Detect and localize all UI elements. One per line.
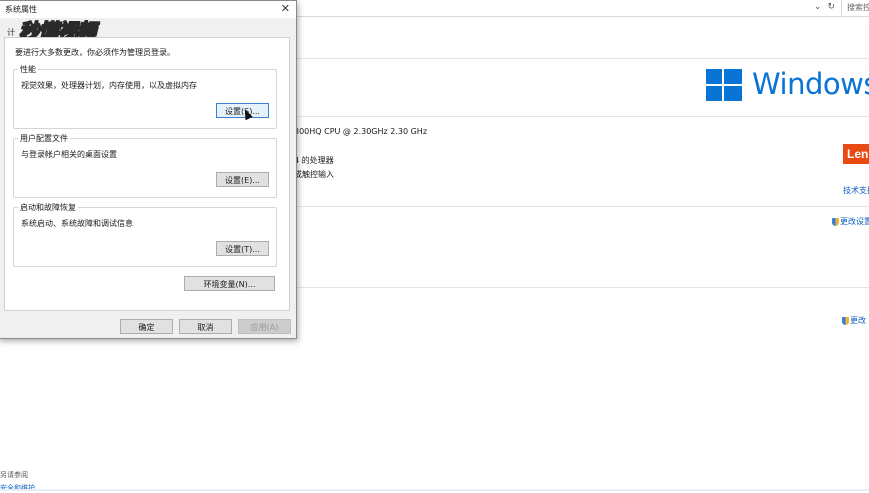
user-profiles-title: 用户配置文件 (18, 133, 70, 144)
dropdown-icon[interactable]: ⌄ (814, 2, 822, 12)
address-bar-buttons: ⌄ ↻ (814, 2, 835, 12)
user-profiles-settings-button[interactable]: 设置(E)... (216, 172, 269, 187)
divider (294, 116, 869, 117)
divider (294, 287, 869, 288)
security-maintenance-link[interactable]: 安全和维护 (0, 483, 35, 493)
apply-button[interactable]: 应用(A) (238, 319, 291, 334)
windows-logo-icon (706, 69, 742, 103)
user-profiles-desc: 与登录帐户相关的桌面设置 (21, 150, 117, 159)
change-label: 更改 (850, 316, 866, 325)
performance-title: 性能 (18, 64, 38, 75)
startup-recovery-title: 启动和故障恢复 (18, 202, 78, 213)
cpu-info: 300HQ CPU @ 2.30GHz 2.30 GHz (294, 127, 428, 136)
performance-group: 性能 视觉效果，处理器计划，内存使用，以及虚拟内存 设置(S)... (13, 64, 277, 129)
support-link[interactable]: 技术支持 (843, 185, 869, 196)
dialog-title: 系统属性 (5, 5, 37, 14)
user-profiles-group: 用户配置文件 与登录帐户相关的桌面设置 设置(E)... (13, 133, 277, 198)
cancel-button[interactable]: 取消 (179, 319, 232, 334)
change-settings-link[interactable]: 更改设置 (832, 216, 869, 227)
shield-icon (842, 316, 849, 325)
advanced-tab-page: 要进行大多数更改，你必须作为管理员登录。 性能 视觉效果，处理器计划，内存使用，… (4, 37, 290, 311)
pen-touch-info: 或触控输入 (294, 170, 334, 179)
refresh-icon[interactable]: ↻ (827, 2, 835, 12)
system-properties-dialog: 系统属性 ✕ 计 秒懂视频 要进行大多数更改，你必须作为管理员登录。 性能 视觉… (0, 0, 297, 339)
see-also-heading: 另请参阅 (0, 471, 28, 479)
divider (294, 58, 869, 59)
performance-desc: 视觉效果，处理器计划，内存使用，以及虚拟内存 (21, 81, 197, 90)
divider (294, 206, 869, 207)
ok-button[interactable]: 确定 (120, 319, 173, 334)
close-icon[interactable]: ✕ (281, 2, 290, 15)
address-bar[interactable]: ⌄ ↻ (294, 0, 841, 17)
startup-recovery-settings-button[interactable]: 设置(T)... (216, 241, 269, 256)
environment-variables-button[interactable]: 环境变量(N)... (184, 276, 275, 291)
startup-recovery-group: 启动和故障恢复 系统启动、系统故障和调试信息 设置(T)... (13, 202, 277, 267)
system-type: 4 的处理器 (294, 156, 334, 165)
windows-brand-text: Windows (752, 67, 869, 101)
startup-recovery-desc: 系统启动、系统故障和调试信息 (21, 219, 133, 228)
shield-icon (832, 217, 839, 226)
search-box[interactable]: 搜索控 (841, 0, 869, 17)
admin-notice: 要进行大多数更改，你必须作为管理员登录。 (15, 48, 175, 57)
change-settings-label: 更改设置 (840, 217, 869, 226)
change-product-key-link[interactable]: 更改 (842, 315, 866, 326)
lenovo-logo: Len (843, 144, 869, 164)
